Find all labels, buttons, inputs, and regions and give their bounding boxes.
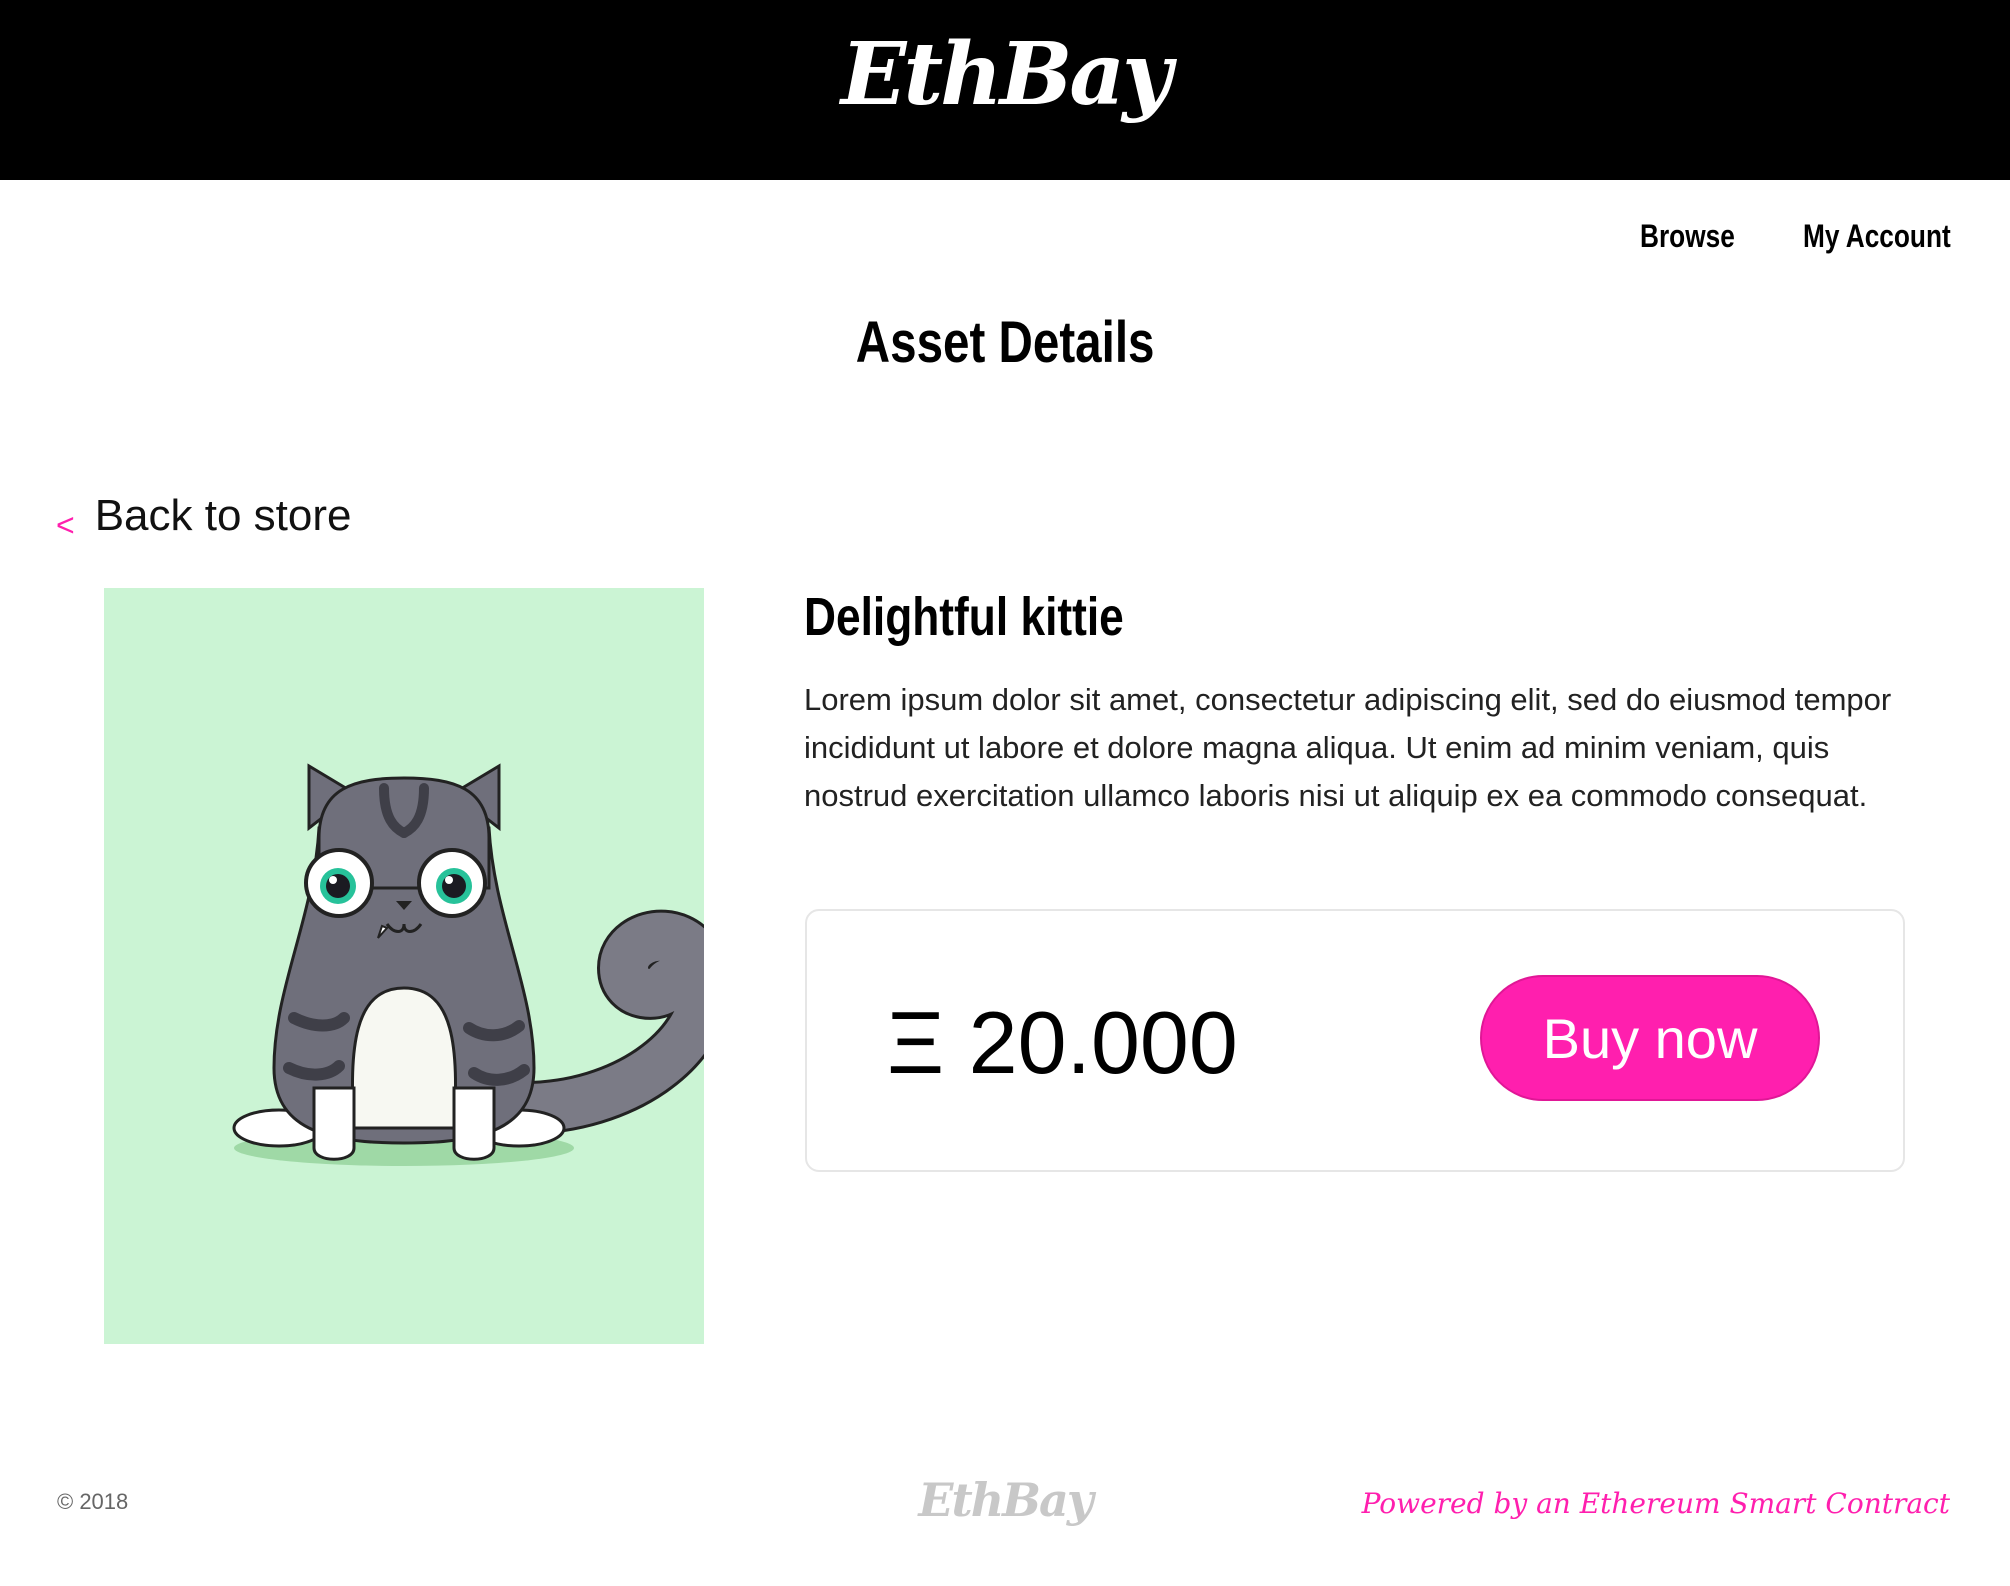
asset-image — [104, 588, 704, 1344]
back-to-store-label: Back to store — [94, 491, 352, 540]
nav-browse-link[interactable]: Browse — [1640, 214, 1735, 258]
chevron-left-icon: < — [56, 507, 75, 543]
price-card: Ξ 20.000 Buy now — [805, 909, 1905, 1172]
page-title-text: Asset Details — [855, 310, 1155, 375]
page: EthBay Browse My Account Asset Details <… — [0, 0, 2010, 1586]
asset-name: Delightful kittie — [804, 587, 1124, 647]
asset-price: Ξ 20.000 — [887, 993, 1238, 1092]
top-header: EthBay — [0, 0, 2010, 180]
buy-now-button[interactable]: Buy now — [1480, 975, 1820, 1101]
back-to-store-link[interactable]: < Back to store — [56, 488, 351, 547]
powered-by-text: Powered by an Ethereum Smart Contract — [1361, 1487, 1950, 1520]
nav-my-account-link[interactable]: My Account — [1803, 214, 1951, 258]
page-title: Asset Details — [0, 305, 2010, 381]
asset-description: Lorem ipsum dolor sit amet, consectetur … — [804, 682, 1892, 813]
brand-logo[interactable]: EthBay — [0, 20, 2010, 130]
cat-illustration — [232, 763, 704, 1166]
